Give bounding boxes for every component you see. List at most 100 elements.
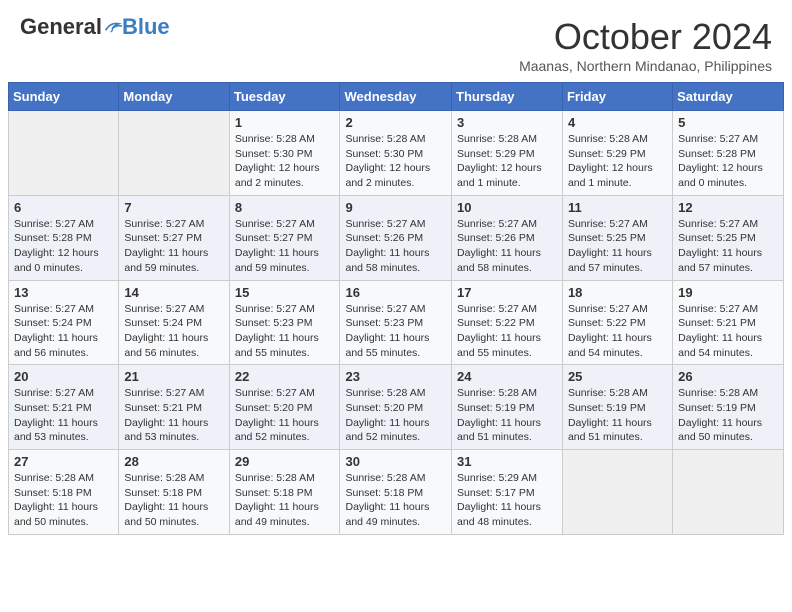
- day-number: 20: [14, 369, 113, 384]
- day-number: 5: [678, 115, 778, 130]
- calendar-cell: 4 Sunrise: 5:28 AM Sunset: 5:29 PM Dayli…: [562, 111, 672, 196]
- cell-sunset: Sunset: 5:17 PM: [457, 487, 535, 499]
- day-number: 6: [14, 200, 113, 215]
- cell-sunrise: Sunrise: 5:27 AM: [345, 218, 425, 230]
- calendar-cell: 8 Sunrise: 5:27 AM Sunset: 5:27 PM Dayli…: [229, 195, 340, 280]
- calendar-cell: 29 Sunrise: 5:28 AM Sunset: 5:18 PM Dayl…: [229, 450, 340, 535]
- cell-sunset: Sunset: 5:27 PM: [235, 232, 313, 244]
- calendar-cell: 3 Sunrise: 5:28 AM Sunset: 5:29 PM Dayli…: [452, 111, 563, 196]
- calendar-cell: [9, 111, 119, 196]
- day-number: 15: [235, 285, 335, 300]
- cell-sunrise: Sunrise: 5:27 AM: [14, 303, 94, 315]
- day-number: 12: [678, 200, 778, 215]
- calendar-cell: 2 Sunrise: 5:28 AM Sunset: 5:30 PM Dayli…: [340, 111, 452, 196]
- col-thursday: Thursday: [452, 83, 563, 111]
- cell-sunset: Sunset: 5:27 PM: [124, 232, 202, 244]
- title-section: October 2024 Maanas, Northern Mindanao, …: [519, 16, 772, 74]
- cell-sunrise: Sunrise: 5:28 AM: [345, 133, 425, 145]
- calendar-cell: 11 Sunrise: 5:27 AM Sunset: 5:25 PM Dayl…: [562, 195, 672, 280]
- cell-sunrise: Sunrise: 5:27 AM: [235, 303, 315, 315]
- day-number: 29: [235, 454, 335, 469]
- cell-daylight: Daylight: 11 hours and 55 minutes.: [345, 332, 429, 359]
- calendar-cell: 5 Sunrise: 5:27 AM Sunset: 5:28 PM Dayli…: [673, 111, 784, 196]
- cell-sunset: Sunset: 5:29 PM: [457, 148, 535, 160]
- cell-daylight: Daylight: 11 hours and 50 minutes.: [124, 501, 208, 528]
- day-number: 14: [124, 285, 223, 300]
- cell-sunset: Sunset: 5:22 PM: [568, 317, 646, 329]
- cell-sunset: Sunset: 5:21 PM: [14, 402, 92, 414]
- calendar-cell: 28 Sunrise: 5:28 AM Sunset: 5:18 PM Dayl…: [119, 450, 229, 535]
- day-number: 31: [457, 454, 557, 469]
- cell-sunrise: Sunrise: 5:27 AM: [14, 218, 94, 230]
- cell-daylight: Daylight: 11 hours and 51 minutes.: [568, 417, 652, 444]
- cell-sunrise: Sunrise: 5:28 AM: [345, 472, 425, 484]
- cell-daylight: Daylight: 12 hours and 0 minutes.: [14, 247, 99, 274]
- calendar-week-0: 1 Sunrise: 5:28 AM Sunset: 5:30 PM Dayli…: [9, 111, 784, 196]
- calendar-cell: [119, 111, 229, 196]
- cell-sunset: Sunset: 5:28 PM: [14, 232, 92, 244]
- calendar-cell: [673, 450, 784, 535]
- header-row: Sunday Monday Tuesday Wednesday Thursday…: [9, 83, 784, 111]
- logo-blue-text: Blue: [122, 16, 170, 38]
- day-number: 21: [124, 369, 223, 384]
- cell-sunrise: Sunrise: 5:28 AM: [14, 472, 94, 484]
- day-number: 25: [568, 369, 667, 384]
- cell-daylight: Daylight: 11 hours and 58 minutes.: [345, 247, 429, 274]
- cell-sunset: Sunset: 5:19 PM: [457, 402, 535, 414]
- cell-sunrise: Sunrise: 5:27 AM: [568, 218, 648, 230]
- calendar-cell: 23 Sunrise: 5:28 AM Sunset: 5:20 PM Dayl…: [340, 365, 452, 450]
- cell-daylight: Daylight: 11 hours and 49 minutes.: [345, 501, 429, 528]
- cell-sunset: Sunset: 5:21 PM: [124, 402, 202, 414]
- col-saturday: Saturday: [673, 83, 784, 111]
- calendar-cell: 25 Sunrise: 5:28 AM Sunset: 5:19 PM Dayl…: [562, 365, 672, 450]
- cell-sunset: Sunset: 5:21 PM: [678, 317, 756, 329]
- day-number: 28: [124, 454, 223, 469]
- day-number: 26: [678, 369, 778, 384]
- cell-sunset: Sunset: 5:24 PM: [124, 317, 202, 329]
- col-tuesday: Tuesday: [229, 83, 340, 111]
- cell-sunrise: Sunrise: 5:27 AM: [124, 218, 204, 230]
- cell-sunrise: Sunrise: 5:27 AM: [124, 387, 204, 399]
- calendar-cell: 16 Sunrise: 5:27 AM Sunset: 5:23 PM Dayl…: [340, 280, 452, 365]
- col-monday: Monday: [119, 83, 229, 111]
- cell-daylight: Daylight: 12 hours and 1 minute.: [568, 162, 653, 189]
- logo: General Blue: [20, 16, 170, 38]
- cell-daylight: Daylight: 11 hours and 56 minutes.: [124, 332, 208, 359]
- day-number: 18: [568, 285, 667, 300]
- cell-sunrise: Sunrise: 5:27 AM: [235, 387, 315, 399]
- cell-sunrise: Sunrise: 5:28 AM: [568, 387, 648, 399]
- cell-daylight: Daylight: 12 hours and 0 minutes.: [678, 162, 763, 189]
- calendar-cell: 15 Sunrise: 5:27 AM Sunset: 5:23 PM Dayl…: [229, 280, 340, 365]
- logo-bird-icon: [104, 20, 122, 34]
- cell-sunrise: Sunrise: 5:27 AM: [678, 133, 758, 145]
- calendar-cell: 19 Sunrise: 5:27 AM Sunset: 5:21 PM Dayl…: [673, 280, 784, 365]
- calendar-cell: 22 Sunrise: 5:27 AM Sunset: 5:20 PM Dayl…: [229, 365, 340, 450]
- location-subtitle: Maanas, Northern Mindanao, Philippines: [519, 58, 772, 74]
- cell-sunrise: Sunrise: 5:27 AM: [14, 387, 94, 399]
- day-number: 2: [345, 115, 446, 130]
- calendar-cell: [562, 450, 672, 535]
- cell-sunrise: Sunrise: 5:28 AM: [457, 387, 537, 399]
- day-number: 9: [345, 200, 446, 215]
- cell-sunrise: Sunrise: 5:27 AM: [678, 303, 758, 315]
- day-number: 17: [457, 285, 557, 300]
- calendar-week-3: 20 Sunrise: 5:27 AM Sunset: 5:21 PM Dayl…: [9, 365, 784, 450]
- cell-sunset: Sunset: 5:30 PM: [345, 148, 423, 160]
- cell-sunset: Sunset: 5:18 PM: [235, 487, 313, 499]
- cell-sunset: Sunset: 5:24 PM: [14, 317, 92, 329]
- cell-daylight: Daylight: 11 hours and 49 minutes.: [235, 501, 319, 528]
- calendar-cell: 17 Sunrise: 5:27 AM Sunset: 5:22 PM Dayl…: [452, 280, 563, 365]
- cell-daylight: Daylight: 12 hours and 1 minute.: [457, 162, 542, 189]
- cell-sunset: Sunset: 5:23 PM: [345, 317, 423, 329]
- cell-daylight: Daylight: 11 hours and 57 minutes.: [678, 247, 762, 274]
- cell-sunset: Sunset: 5:25 PM: [568, 232, 646, 244]
- page-header: General Blue October 2024 Maanas, Northe…: [0, 0, 792, 82]
- day-number: 27: [14, 454, 113, 469]
- calendar-cell: 12 Sunrise: 5:27 AM Sunset: 5:25 PM Dayl…: [673, 195, 784, 280]
- calendar-cell: 13 Sunrise: 5:27 AM Sunset: 5:24 PM Dayl…: [9, 280, 119, 365]
- cell-sunset: Sunset: 5:29 PM: [568, 148, 646, 160]
- cell-daylight: Daylight: 11 hours and 48 minutes.: [457, 501, 541, 528]
- col-friday: Friday: [562, 83, 672, 111]
- calendar-cell: 27 Sunrise: 5:28 AM Sunset: 5:18 PM Dayl…: [9, 450, 119, 535]
- cell-sunset: Sunset: 5:20 PM: [345, 402, 423, 414]
